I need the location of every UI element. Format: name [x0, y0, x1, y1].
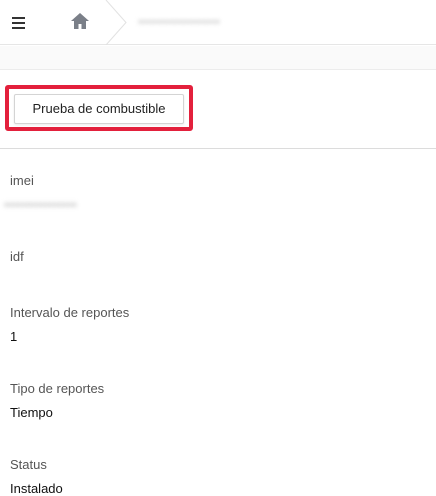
report-interval-value: 1: [10, 329, 18, 344]
home-icon: [71, 13, 89, 29]
idf-label: idf: [10, 249, 24, 264]
menu-button[interactable]: [8, 12, 30, 34]
report-type-label: Tipo de reportes: [10, 381, 105, 396]
action-area: Prueba de combustible: [0, 71, 436, 149]
breadcrumb-current-item[interactable]: ••••••••••••••••••: [138, 14, 268, 30]
report-type-value: Tiempo: [10, 405, 53, 420]
status-label: Status: [10, 457, 47, 472]
home-button[interactable]: [68, 10, 92, 32]
breadcrumb-separator: [105, 0, 127, 45]
report-interval-label: Intervalo de reportes: [10, 305, 130, 320]
imei-value: ••••••••••••••••: [4, 197, 77, 212]
imei-label: imei: [10, 173, 34, 188]
header-spacer: [0, 46, 436, 70]
hamburger-menu-icon: [12, 17, 25, 29]
fuel-test-button[interactable]: Prueba de combustible: [14, 94, 184, 124]
highlight-box: Prueba de combustible: [5, 85, 193, 131]
top-bar: ••••••••••••••••••: [0, 0, 436, 45]
